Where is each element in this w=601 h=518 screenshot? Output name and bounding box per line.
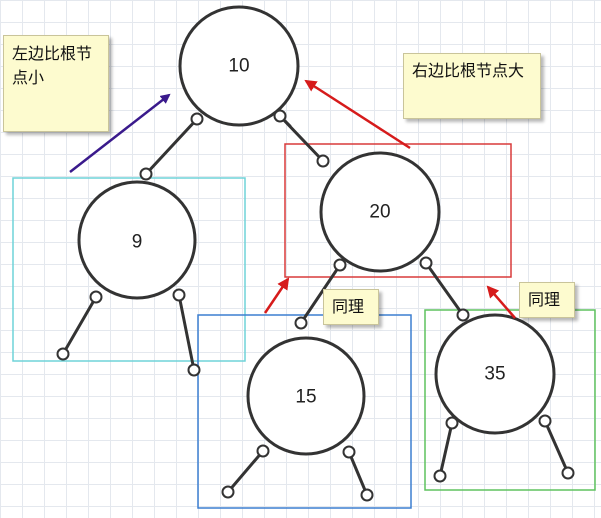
edge-15-right — [347, 450, 369, 497]
edge-9-left — [61, 295, 98, 356]
node-15-label: 15 — [295, 387, 316, 408]
edge-20-35 — [424, 261, 465, 317]
note-right-text: 右边比根节点大 — [412, 61, 525, 80]
edge-35-left — [438, 421, 454, 478]
arrow-same-15 — [263, 277, 290, 314]
connector-35-leaf-left — [433, 469, 447, 483]
connector-9-leaf-left — [56, 347, 70, 361]
connector-9-left — [89, 290, 103, 304]
connector-35-leaf-right — [561, 466, 575, 480]
node-20-label: 20 — [369, 202, 390, 223]
connector-15-leaf-right — [360, 488, 374, 502]
node-9-label: 9 — [132, 232, 143, 253]
connector-10-left — [190, 112, 204, 126]
connector-20-left — [333, 258, 347, 272]
connector-9-leaf-right — [187, 363, 201, 377]
node-35-label: 35 — [484, 364, 505, 385]
connector-35-left — [445, 416, 459, 430]
connector-20-right — [419, 256, 433, 270]
note-right: 右边比根节点大 — [403, 53, 541, 119]
edge-10-9 — [144, 117, 199, 176]
note-same-35: 同理 — [519, 282, 575, 318]
connector-15-leaf-left — [221, 485, 235, 499]
note-same-35-text: 同理 — [528, 290, 561, 309]
arrow-right-note — [304, 79, 411, 150]
connector-9-top — [139, 167, 153, 181]
note-left: 左边比根节点小 — [3, 35, 109, 132]
edge-35-right — [543, 419, 570, 475]
connector-15-right — [342, 445, 356, 459]
note-same-15: 同理 — [323, 289, 379, 325]
note-left-text: 左边比根节点小 — [12, 44, 93, 87]
arrow-same-35 — [486, 285, 516, 319]
note-same-15-text: 同理 — [332, 297, 365, 316]
connector-20-top — [316, 154, 330, 168]
node-10-label: 10 — [228, 56, 249, 77]
edge-15-left — [226, 449, 265, 494]
connector-15-top — [294, 316, 308, 330]
edge-9-right — [177, 293, 196, 372]
connector-35-right — [538, 414, 552, 428]
connector-35-top — [456, 308, 470, 322]
connector-10-right — [273, 109, 287, 123]
connector-9-right — [172, 288, 186, 302]
connector-15-left — [256, 444, 270, 458]
